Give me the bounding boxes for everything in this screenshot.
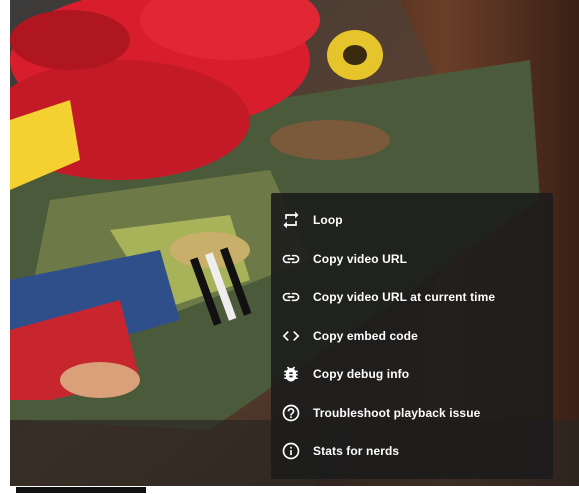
loop-icon [281, 210, 301, 230]
menu-item-copy-video-url[interactable]: Copy video URL [271, 240, 553, 279]
menu-item-label: Copy video URL at current time [313, 290, 496, 305]
menu-item-copy-embed-code[interactable]: Copy embed code [271, 317, 553, 356]
menu-item-troubleshoot[interactable]: Troubleshoot playback issue [271, 394, 553, 433]
menu-item-stats-for-nerds[interactable]: Stats for nerds [271, 432, 553, 471]
video-player-frame: Loop Copy video URL Copy video URL at cu… [0, 0, 579, 494]
info-icon [281, 441, 301, 461]
menu-item-label: Copy video URL [313, 251, 408, 266]
menu-item-copy-debug-info[interactable]: Copy debug info [271, 355, 553, 394]
player-progress-remnant [16, 487, 146, 493]
link-icon [281, 249, 301, 269]
menu-item-copy-video-url-at-time[interactable]: Copy video URL at current time [271, 278, 553, 317]
menu-item-label: Loop [313, 213, 343, 228]
help-icon [281, 403, 301, 423]
menu-item-label: Stats for nerds [313, 444, 400, 459]
menu-item-label: Copy embed code [313, 328, 418, 343]
context-menu: Loop Copy video URL Copy video URL at cu… [271, 193, 553, 479]
code-icon [281, 326, 301, 346]
bug-icon [281, 364, 301, 384]
menu-item-loop[interactable]: Loop [271, 201, 553, 240]
menu-item-label: Troubleshoot playback issue [313, 405, 481, 420]
link-icon [281, 287, 301, 307]
menu-item-label: Copy debug info [313, 367, 410, 382]
